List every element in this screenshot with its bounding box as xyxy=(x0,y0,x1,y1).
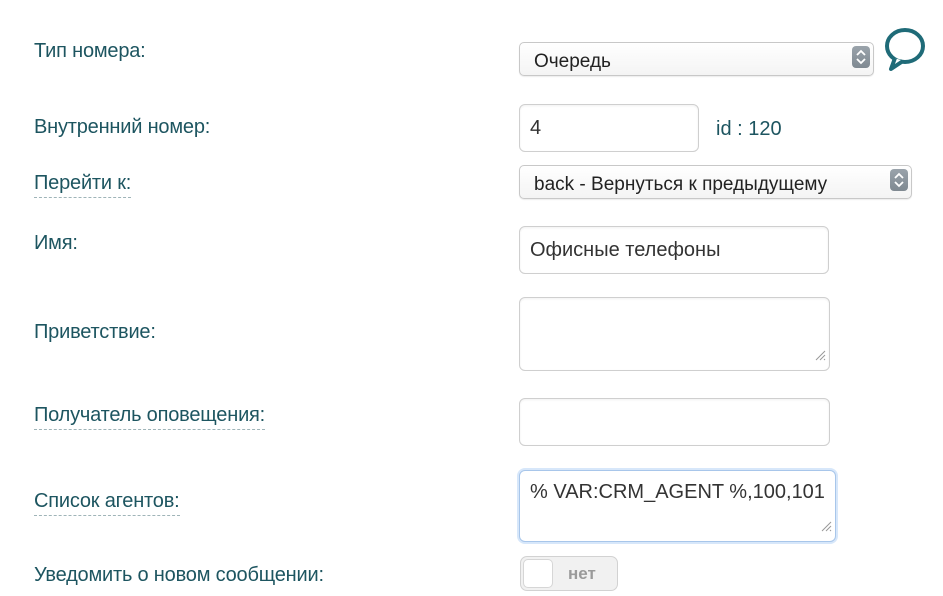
resize-grip-icon[interactable] xyxy=(820,515,832,538)
name-label: Имя: xyxy=(34,232,78,254)
greeting-label: Приветствие: xyxy=(34,321,156,343)
name-value: Офисные телефоны xyxy=(530,239,721,261)
notify-new-message-toggle[interactable]: нет xyxy=(520,556,618,591)
agents-list-value: % VAR:CRM_AGENT %,100,101 xyxy=(530,481,825,503)
internal-number-input[interactable]: 4 xyxy=(519,104,699,152)
internal-number-label: Внутренний номер: xyxy=(34,116,211,138)
toggle-state-text: нет xyxy=(568,564,596,583)
notify-recipient-label[interactable]: Получатель оповещения: xyxy=(34,404,265,430)
number-type-value: Очередь xyxy=(534,51,611,72)
notify-new-message-label: Уведомить о новом сообщении: xyxy=(34,564,324,586)
updown-arrows-icon xyxy=(852,46,870,68)
notify-recipient-input[interactable] xyxy=(519,398,830,446)
greeting-textarea[interactable] xyxy=(519,297,830,371)
id-text: id : 120 xyxy=(716,118,782,140)
number-type-label: Тип номера: xyxy=(34,40,146,62)
go-to-value: back - Вернуться к предыдущему xyxy=(534,174,828,195)
agents-list-textarea[interactable]: % VAR:CRM_AGENT %,100,101 xyxy=(519,470,836,542)
go-to-select[interactable]: back - Вернуться к предыдущему xyxy=(519,165,912,199)
number-type-select[interactable]: Очередь xyxy=(519,42,874,76)
agents-list-label[interactable]: Список агентов: xyxy=(34,490,180,516)
resize-grip-icon[interactable] xyxy=(814,344,826,367)
go-to-label[interactable]: Перейти к: xyxy=(34,172,131,198)
updown-arrows-icon xyxy=(890,169,908,191)
name-input[interactable]: Офисные телефоны xyxy=(519,226,829,274)
toggle-knob xyxy=(523,559,553,588)
speech-bubble-icon[interactable] xyxy=(883,25,927,78)
internal-number-value: 4 xyxy=(530,117,542,139)
